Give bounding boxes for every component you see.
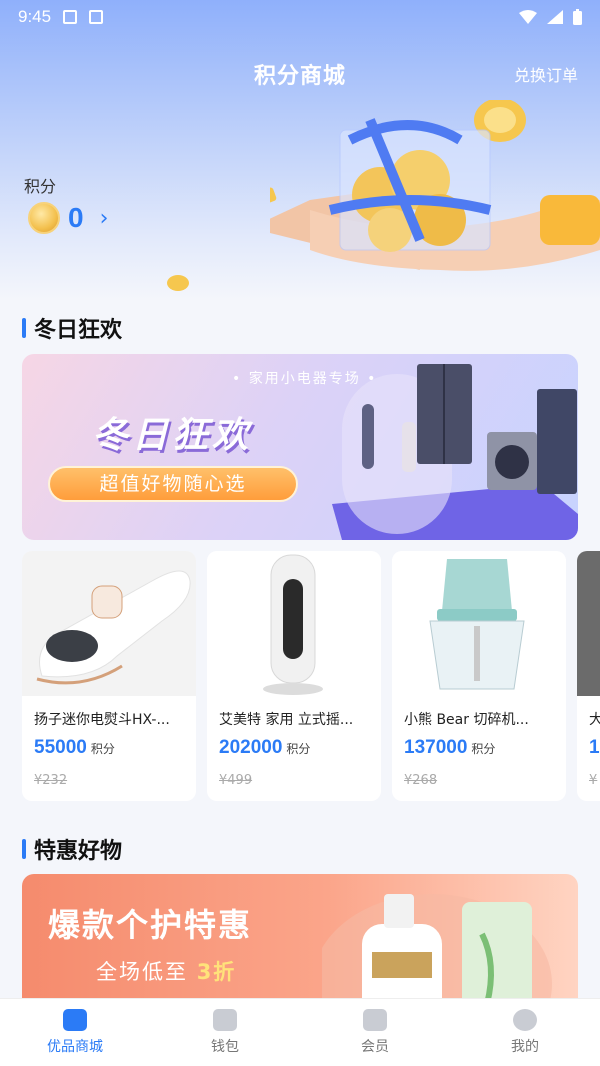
product-original-price: ¥ [589,773,598,788]
bottom-tab-bar: 优品商城 钱包 会员 我的 [0,998,600,1066]
banner-subtitle: • 家用小电器专场 • [232,371,378,387]
product-points: 1 [589,737,600,758]
product-card[interactable]: 小熊 Bear 切碎机... 137000 积分 ¥268 [392,551,566,801]
product-image-heater [207,551,381,696]
section-title-deals: 特惠好物 [34,839,123,864]
notification-a-icon [89,10,104,24]
winter-promo-banner[interactable]: • 家用小电器专场 • 冬日狂欢 超值好物随心选 [22,354,578,540]
product-card[interactable]: 大 1 ¥ [577,551,600,801]
vip-icon [363,1009,387,1031]
battery-icon [573,9,582,25]
product-original-price: ¥499 [219,773,253,788]
product-name: 艾美特 家用 立式摇... [219,712,354,728]
banner-headline: 冬日狂欢 [92,415,253,456]
product-points-unit: 积分 [286,742,311,756]
coin-icon [28,202,60,234]
product-image-partial [577,551,600,696]
section-header-winter: 冬日狂欢 [22,312,122,344]
section-title-winter: 冬日狂欢 [34,318,123,343]
care-banner-discount: 3折 [196,960,237,984]
product-price: 202000 积分 [219,737,310,759]
wifi-icon [519,10,537,24]
tab-profile[interactable]: 我的 [450,999,600,1066]
product-points-unit: 积分 [471,742,496,756]
section-header-deals: 特惠好物 [22,833,122,865]
points-summary[interactable]: 0 › [28,202,108,234]
product-carousel[interactable]: 扬子迷你电熨斗HX-... 55000 积分 ¥232 艾美特 家用 立式摇..… [22,551,600,803]
shopping-bag-icon [63,1009,87,1031]
product-image-chopper [392,551,566,696]
status-time: 9:45 [18,7,52,26]
profile-icon [513,1009,537,1031]
redeem-orders-link[interactable]: 兑换订单 [514,62,578,86]
tab-mall[interactable]: 优品商城 [0,999,150,1066]
points-value: 0 [68,202,84,233]
product-price: 1 [589,737,600,759]
wallet-icon [213,1009,237,1031]
product-name: 大 [589,712,600,728]
product-points: 202000 [219,737,283,758]
page-title: 积分商城 [253,64,346,89]
product-image-iron [22,551,196,696]
product-original-price: ¥232 [34,773,68,788]
care-banner-headline: 爆款个护特惠 [48,906,253,944]
status-bar: 9:45 [0,0,600,34]
chevron-right-icon: › [99,205,109,231]
product-name: 扬子迷你电熨斗HX-... [34,712,170,728]
tab-label: 我的 [511,1039,539,1055]
tab-label: 会员 [361,1039,389,1055]
gift-box-illustration [270,100,600,271]
product-original-price: ¥268 [404,773,438,788]
product-price: 137000 积分 [404,737,495,759]
banner-cta-pill[interactable]: 超值好物随心选 [48,466,298,502]
care-banner-subline: 全场低至 3折 [96,956,236,986]
points-label: 积分 [24,177,57,196]
product-name: 小熊 Bear 切碎机... [404,712,529,728]
product-card[interactable]: 艾美特 家用 立式摇... 202000 积分 ¥499 [207,551,381,801]
product-points: 137000 [404,737,468,758]
coin-decoration-icon [167,275,189,291]
signal-icon [547,10,563,24]
tab-vip[interactable]: 会员 [300,999,450,1066]
product-points-unit: 积分 [90,742,115,756]
section-accent-bar [22,839,26,859]
product-price: 55000 积分 [34,737,115,759]
product-points: 55000 [34,737,87,758]
tab-wallet[interactable]: 钱包 [150,999,300,1066]
tab-label: 优品商城 [47,1039,103,1055]
care-banner-sub-prefix: 全场低至 [96,960,188,984]
gallery-icon [63,10,78,24]
product-card[interactable]: 扬子迷你电熨斗HX-... 55000 积分 ¥232 [22,551,196,801]
tab-label: 钱包 [211,1039,239,1055]
section-accent-bar [22,318,26,338]
